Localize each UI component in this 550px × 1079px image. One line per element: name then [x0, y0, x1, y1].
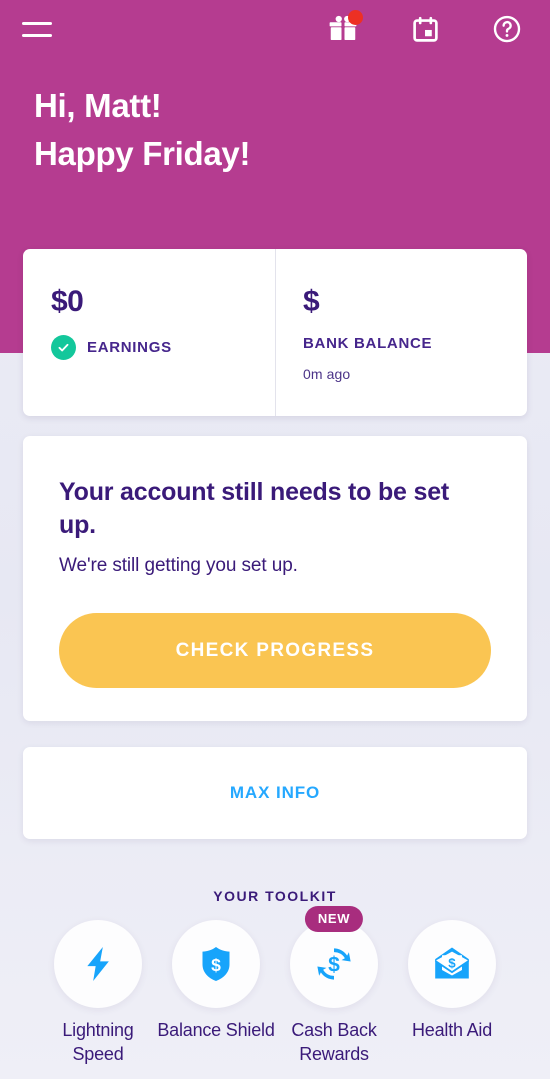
notification-dot: [348, 10, 363, 25]
lightning-bolt-icon: [87, 947, 109, 981]
tool-label: Balance Shield: [157, 1020, 275, 1040]
toolkit-item-lightning-speed[interactable]: Lightning Speed: [39, 920, 157, 1067]
stat-timestamp: 0m ago: [303, 366, 351, 382]
header-actions: [326, 10, 528, 46]
stat-label: EARNINGS: [87, 339, 172, 356]
tool-icon-wrap: $: [172, 920, 260, 1008]
tool-icon-wrap: $: [290, 920, 378, 1008]
help-circle-icon[interactable]: [490, 12, 524, 46]
svg-text:$: $: [211, 955, 221, 975]
gift-icon[interactable]: [326, 10, 363, 46]
new-badge: NEW: [304, 906, 364, 932]
toolkit-item-balance-shield[interactable]: $ Balance Shield: [157, 920, 275, 1043]
tool-icon-wrap: [54, 920, 142, 1008]
stat-value: $: [303, 285, 320, 318]
account-setup-card: Your account still needs to be set up. W…: [23, 436, 527, 721]
toolkit-item-cash-back-rewards[interactable]: NEW $ Cash Back Rewards: [275, 906, 393, 1067]
check-circle-icon: [51, 335, 76, 360]
setup-title: Your account still needs to be set up.: [59, 478, 450, 539]
tool-label: Lightning Speed: [62, 1020, 134, 1064]
stat-bank-balance[interactable]: $ BANK BALANCE 0m ago: [275, 249, 527, 416]
tool-label: Cash Back Rewards: [291, 1020, 377, 1064]
menu-line: [22, 33, 52, 37]
stat-value: $0: [51, 285, 84, 318]
toolkit-items: Lightning Speed $ Balance Shield NEW $ C…: [0, 906, 550, 1067]
calendar-icon[interactable]: [408, 12, 442, 46]
tool-label: Health Aid: [411, 1020, 493, 1040]
max-info-card[interactable]: MAX INFO: [23, 747, 527, 839]
stat-label-row: EARNINGS: [51, 335, 275, 360]
svg-text:$: $: [328, 953, 340, 976]
cash-back-refresh-icon: $: [317, 948, 351, 980]
app-root: Hi, Matt! Happy Friday! $0 EARNINGS $ BA…: [0, 0, 550, 1079]
check-progress-button[interactable]: CHECK PROGRESS: [59, 613, 491, 688]
toolkit-item-health-aid[interactable]: $ Health Aid: [393, 920, 511, 1043]
greeting-line-2: Happy Friday!: [34, 134, 251, 172]
stats-card: $0 EARNINGS $ BANK BALANCE 0m ago: [23, 249, 527, 416]
toolkit-section: YOUR TOOLKIT Lightning Speed $ Balance S…: [0, 888, 550, 1067]
hamburger-menu-icon[interactable]: [22, 14, 56, 44]
setup-subtitle: We're still getting you set up.: [59, 555, 298, 576]
stat-label: BANK BALANCE: [303, 335, 433, 352]
shield-dollar-icon: $: [202, 947, 230, 981]
stat-label-row: BANK BALANCE: [303, 335, 527, 352]
stat-earnings[interactable]: $0 EARNINGS: [23, 249, 275, 416]
max-info-link[interactable]: MAX INFO: [230, 783, 320, 803]
greeting-line-1: Hi, Matt!: [34, 87, 162, 124]
tool-icon-wrap: $: [408, 920, 496, 1008]
greeting: Hi, Matt! Happy Friday!: [34, 82, 250, 178]
menu-line: [22, 21, 52, 25]
svg-text:$: $: [448, 956, 456, 971]
header-toolbar: [0, 0, 550, 58]
toolkit-title: YOUR TOOLKIT: [213, 888, 337, 904]
envelope-dollar-icon: $: [435, 947, 469, 979]
